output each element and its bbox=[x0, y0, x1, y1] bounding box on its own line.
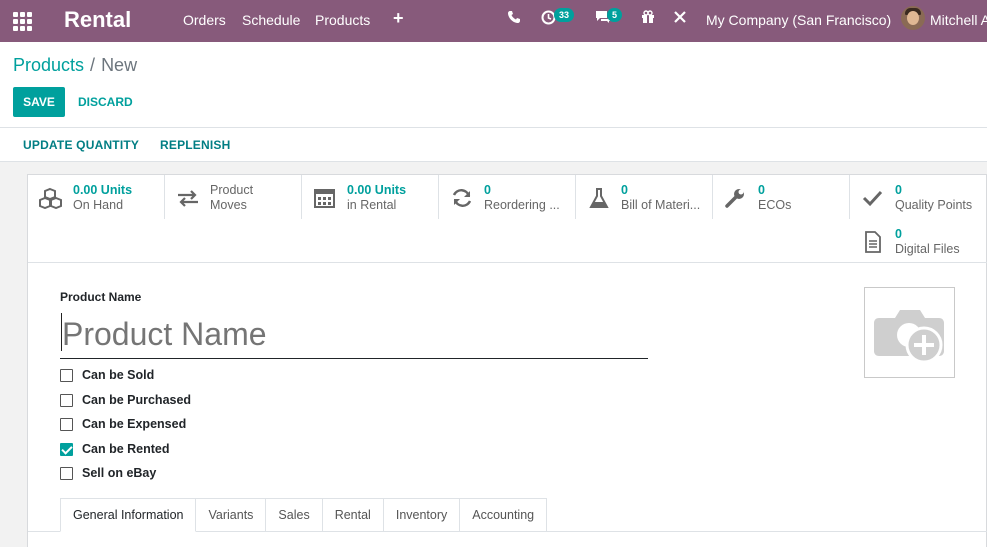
gift-icon[interactable] bbox=[641, 10, 655, 29]
tools-icon[interactable] bbox=[673, 10, 687, 29]
wrench-icon bbox=[723, 187, 749, 209]
can-be-sold-label: Can be Sold bbox=[82, 368, 155, 382]
stat-value: 0.00 Units bbox=[347, 183, 407, 197]
stat-label: Moves bbox=[210, 198, 247, 212]
tab-general-information[interactable]: General Information bbox=[60, 498, 197, 532]
can-be-expensed-label: Can be Expensed bbox=[82, 417, 187, 431]
cubes-icon bbox=[38, 187, 64, 210]
product-image-upload[interactable] bbox=[864, 287, 955, 378]
menu-orders[interactable]: Orders bbox=[183, 11, 226, 29]
tab-sales[interactable]: Sales bbox=[266, 498, 323, 532]
menu-schedule[interactable]: Schedule bbox=[242, 11, 300, 29]
phone-icon[interactable] bbox=[507, 10, 521, 29]
messages-badge: 5 bbox=[607, 8, 623, 22]
breadcrumb-separator: / bbox=[90, 55, 96, 75]
stat-ecos-button[interactable]: 0 ECOs bbox=[713, 175, 850, 219]
stat-in-rental-button[interactable]: 0.00 Units in Rental bbox=[302, 175, 439, 219]
stat-reordering-button[interactable]: 0 Reordering ... bbox=[439, 175, 576, 219]
apps-menu-icon[interactable] bbox=[12, 11, 32, 31]
sell-on-ebay-checkbox[interactable] bbox=[60, 466, 73, 480]
can-be-expensed-checkbox-row[interactable]: Can be Expensed bbox=[60, 415, 186, 433]
stat-digital-files-button[interactable]: 0 Digital Files bbox=[850, 219, 987, 263]
menu-products[interactable]: Products bbox=[315, 11, 370, 29]
sell-on-ebay-checkbox-row[interactable]: Sell on eBay bbox=[60, 464, 156, 482]
refresh-icon bbox=[449, 187, 475, 209]
stat-value: 0.00 Units bbox=[73, 183, 133, 197]
save-button[interactable]: SAVE bbox=[13, 87, 65, 117]
sell-on-ebay-label: Sell on eBay bbox=[82, 466, 157, 480]
replenish-button[interactable]: REPLENISH bbox=[160, 138, 230, 152]
product-name-label: Product Name bbox=[60, 290, 142, 304]
tab-inventory[interactable]: Inventory bbox=[383, 498, 461, 532]
calendar-icon bbox=[312, 187, 338, 209]
flask-icon bbox=[586, 187, 612, 209]
stat-value: 0 bbox=[621, 183, 628, 197]
breadcrumb-current: New bbox=[101, 55, 138, 75]
can-be-purchased-checkbox-row[interactable]: Can be Purchased bbox=[60, 391, 191, 409]
stat-value: 0 bbox=[484, 183, 491, 197]
text-cursor bbox=[61, 313, 62, 351]
stat-label: On Hand bbox=[73, 198, 124, 212]
plus-icon[interactable]: + bbox=[393, 8, 404, 29]
product-name-input[interactable] bbox=[60, 311, 648, 359]
company-switcher[interactable]: My Company (San Francisco) bbox=[706, 11, 891, 29]
smart-button-box: 0.00 Units On Hand Product Moves 0.00 Unit… bbox=[28, 175, 987, 263]
can-be-expensed-checkbox[interactable] bbox=[60, 417, 73, 431]
stat-label: Quality Points bbox=[895, 198, 973, 212]
breadcrumb: Products / New bbox=[13, 54, 137, 76]
user-avatar[interactable] bbox=[901, 6, 925, 30]
stat-on-hand-button[interactable]: 0.00 Units On Hand bbox=[28, 175, 165, 219]
stat-label: Product bbox=[210, 183, 254, 197]
check-icon bbox=[860, 187, 886, 209]
top-navbar: Rental Orders Schedule Products + 33 5 M… bbox=[0, 0, 987, 42]
can-be-rented-checkbox[interactable] bbox=[60, 442, 73, 456]
tab-rental[interactable]: Rental bbox=[322, 498, 384, 532]
notebook-tabs: General Information Variants Sales Renta… bbox=[60, 498, 548, 532]
breadcrumb-products-link[interactable]: Products bbox=[13, 55, 84, 75]
can-be-sold-checkbox-row[interactable]: Can be Sold bbox=[60, 366, 154, 384]
exchange-icon bbox=[175, 187, 201, 209]
tab-accounting[interactable]: Accounting bbox=[460, 498, 548, 532]
update-quantity-button[interactable]: UPDATE QUANTITY bbox=[23, 138, 139, 152]
can-be-sold-checkbox[interactable] bbox=[60, 368, 73, 382]
stat-label: ECOs bbox=[758, 198, 792, 212]
stat-label: Reordering ... bbox=[484, 198, 560, 212]
stat-value: 0 bbox=[895, 183, 902, 197]
status-action-bar: UPDATE QUANTITY REPLENISH bbox=[0, 128, 987, 162]
can-be-rented-checkbox-row[interactable]: Can be Rented bbox=[60, 440, 170, 458]
form-sheet: 0.00 Units On Hand Product Moves 0.00 Unit… bbox=[27, 174, 987, 547]
stat-bom-button[interactable]: 0 Bill of Materi... bbox=[576, 175, 713, 219]
stat-value: 0 bbox=[895, 227, 902, 241]
stat-quality-points-button[interactable]: 0 Quality Points bbox=[850, 175, 987, 219]
stat-label: Digital Files bbox=[895, 242, 960, 256]
tab-variants[interactable]: Variants bbox=[196, 498, 267, 532]
can-be-rented-label: Can be Rented bbox=[82, 442, 170, 456]
stat-value: 0 bbox=[758, 183, 765, 197]
can-be-purchased-label: Can be Purchased bbox=[82, 393, 192, 407]
app-title[interactable]: Rental bbox=[64, 6, 131, 34]
stat-label: in Rental bbox=[347, 198, 397, 212]
can-be-purchased-checkbox[interactable] bbox=[60, 393, 73, 407]
file-icon bbox=[860, 231, 886, 253]
discard-button[interactable]: DISCARD bbox=[78, 87, 133, 117]
stat-product-moves-button[interactable]: Product Moves bbox=[165, 175, 302, 219]
camera-plus-icon bbox=[874, 310, 944, 364]
stat-label: Bill of Materi... bbox=[621, 198, 701, 212]
control-panel: Products / New SAVE DISCARD bbox=[0, 42, 987, 128]
activity-badge: 33 bbox=[554, 8, 575, 22]
user-menu[interactable]: Mitchell A bbox=[930, 11, 987, 29]
